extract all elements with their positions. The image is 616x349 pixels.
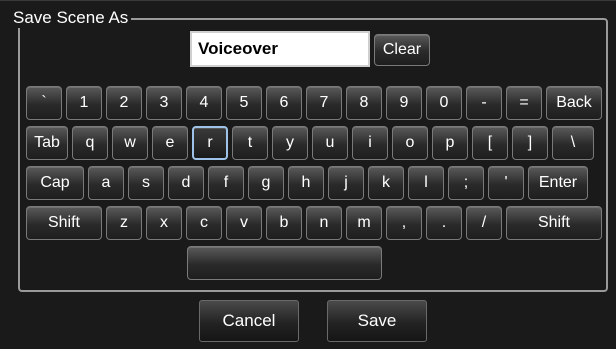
key-x[interactable]: x [146,206,182,240]
key-n[interactable]: n [306,206,342,240]
key-6[interactable]: 6 [266,86,302,120]
key-semicolon[interactable]: ; [448,166,484,200]
cancel-button[interactable]: Cancel [199,300,299,342]
key-1[interactable]: 1 [66,86,102,120]
key-5[interactable]: 5 [226,86,262,120]
save-button[interactable]: Save [327,300,427,342]
key-left-bracket[interactable]: [ [472,126,508,160]
key-slash[interactable]: / [466,206,502,240]
key-v[interactable]: v [226,206,262,240]
key-minus[interactable]: - [466,86,502,120]
key-d[interactable]: d [168,166,204,200]
save-scene-dialog: Save Scene As Clear `1234567890-=Back Tab… [0,0,616,349]
key-c[interactable]: c [186,206,222,240]
key-z[interactable]: z [106,206,142,240]
key-b[interactable]: b [266,206,302,240]
key-back[interactable]: Back [546,86,602,120]
key-y[interactable]: y [272,126,308,160]
key-enter[interactable]: Enter [528,166,588,200]
clear-button[interactable]: Clear [374,34,430,66]
key-r[interactable]: r [192,126,228,160]
key-l[interactable]: l [408,166,444,200]
key-cap[interactable]: Cap [26,166,84,200]
scene-name-input[interactable] [190,31,370,67]
key-2[interactable]: 2 [106,86,142,120]
key-a[interactable]: a [88,166,124,200]
key-p[interactable]: p [432,126,468,160]
dialog-title: Save Scene As [10,8,132,28]
key-comma[interactable]: , [386,206,422,240]
key-u[interactable]: u [312,126,348,160]
key-w[interactable]: w [112,126,148,160]
key-3[interactable]: 3 [146,86,182,120]
key-g[interactable]: g [248,166,284,200]
key-0[interactable]: 0 [426,86,462,120]
key-h[interactable]: h [288,166,324,200]
key-tab[interactable]: Tab [26,126,68,160]
key-f[interactable]: f [208,166,244,200]
key-period[interactable]: . [426,206,462,240]
key-backslash[interactable]: \ [552,126,594,160]
key-space[interactable] [187,246,382,280]
key-t[interactable]: t [232,126,268,160]
key-4[interactable]: 4 [186,86,222,120]
key-j[interactable]: j [328,166,364,200]
key-right-bracket[interactable]: ] [512,126,548,160]
key-m[interactable]: m [346,206,382,240]
key-i[interactable]: i [352,126,388,160]
key-s[interactable]: s [128,166,164,200]
key-backtick[interactable]: ` [26,86,62,120]
key-left-shift[interactable]: Shift [26,206,102,240]
key-7[interactable]: 7 [306,86,342,120]
key-o[interactable]: o [392,126,428,160]
key-quote[interactable]: ' [488,166,524,200]
key-8[interactable]: 8 [346,86,382,120]
key-q[interactable]: q [72,126,108,160]
key-equals[interactable]: = [506,86,542,120]
key-e[interactable]: e [152,126,188,160]
key-right-shift[interactable]: Shift [506,206,602,240]
key-9[interactable]: 9 [386,86,422,120]
key-k[interactable]: k [368,166,404,200]
